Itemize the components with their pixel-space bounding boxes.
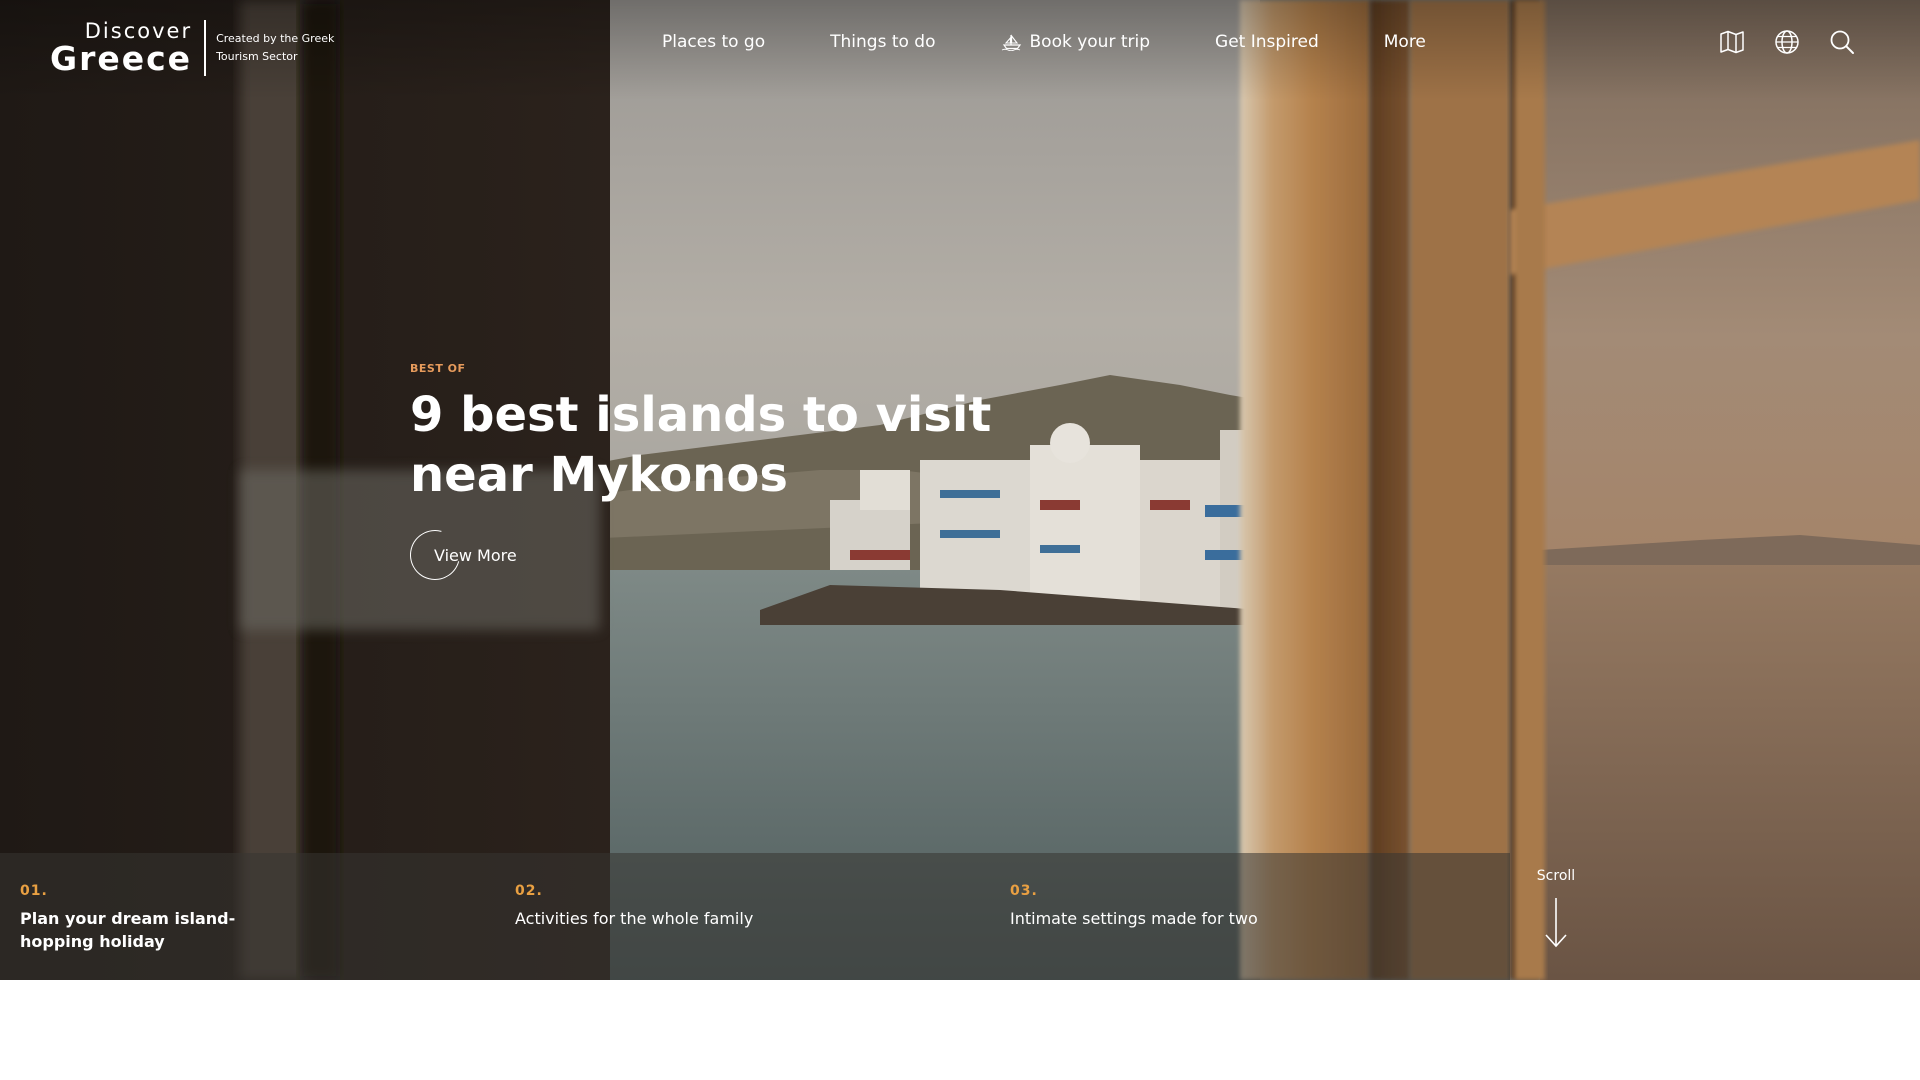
main-nav: Places to go Things to do Book your trip…: [662, 32, 1426, 52]
nav-item-label: Get Inspired: [1215, 32, 1319, 52]
hero-section: Discover Greece Created by the Greek Tou…: [0, 0, 1920, 980]
logo-main-word: Greece: [50, 39, 193, 78]
site-logo[interactable]: Discover Greece Created by the Greek Tou…: [50, 20, 356, 76]
highlights-strip: 01. Plan your dream island-hopping holid…: [0, 853, 1510, 980]
view-more-ring-icon: [400, 520, 470, 590]
highlight-number: 03.: [1010, 883, 1038, 899]
scroll-indicator[interactable]: Scroll: [1536, 868, 1576, 968]
highlight-item-3[interactable]: 03. Intimate settings made for two: [1010, 883, 1270, 930]
highlight-item-2[interactable]: 02. Activities for the whole family: [515, 883, 775, 930]
header-tools: [1718, 28, 1856, 56]
highlight-number: 02.: [515, 883, 543, 899]
logo-wordmark: Discover Greece: [50, 20, 192, 76]
scroll-label: Scroll: [1536, 868, 1576, 884]
highlight-number: 01.: [20, 883, 48, 899]
nav-item-places-to-go[interactable]: Places to go: [662, 32, 765, 52]
highlight-text: Plan your dream island-hopping holiday: [20, 909, 236, 951]
nav-item-label: Things to do: [830, 32, 936, 52]
logo-tagline: Created by the Greek Tourism Sector: [216, 32, 335, 63]
nav-item-book-your-trip[interactable]: Book your trip: [1001, 32, 1151, 52]
boat-icon: [1001, 34, 1021, 51]
highlight-item-1[interactable]: 01. Plan your dream island-hopping holid…: [20, 883, 280, 953]
globe-icon[interactable]: [1773, 28, 1801, 56]
nav-item-get-inspired[interactable]: Get Inspired: [1215, 32, 1319, 52]
view-more-button[interactable]: View More: [400, 520, 517, 590]
arrow-down-icon: [1545, 898, 1567, 948]
hero-headline-block: BEST OF 9 best islands to visit near Myk…: [400, 362, 1130, 590]
map-icon[interactable]: [1718, 28, 1746, 56]
nav-item-label: Book your trip: [1029, 32, 1151, 52]
highlight-text: Activities for the whole family: [515, 909, 754, 928]
hero-title[interactable]: 9 best islands to visit near Mykonos: [410, 385, 1130, 505]
search-icon[interactable]: [1828, 28, 1856, 56]
highlight-text: Intimate settings made for two: [1010, 909, 1258, 928]
logo-divider: [204, 20, 207, 76]
nav-item-label: More: [1383, 32, 1426, 52]
nav-item-things-to-do[interactable]: Things to do: [830, 32, 935, 52]
site-header: Discover Greece Created by the Greek Tou…: [0, 0, 1920, 100]
nav-item-more[interactable]: More: [1384, 32, 1426, 52]
hero-eyebrow: BEST OF: [410, 362, 466, 375]
nav-item-label: Places to go: [662, 32, 766, 52]
